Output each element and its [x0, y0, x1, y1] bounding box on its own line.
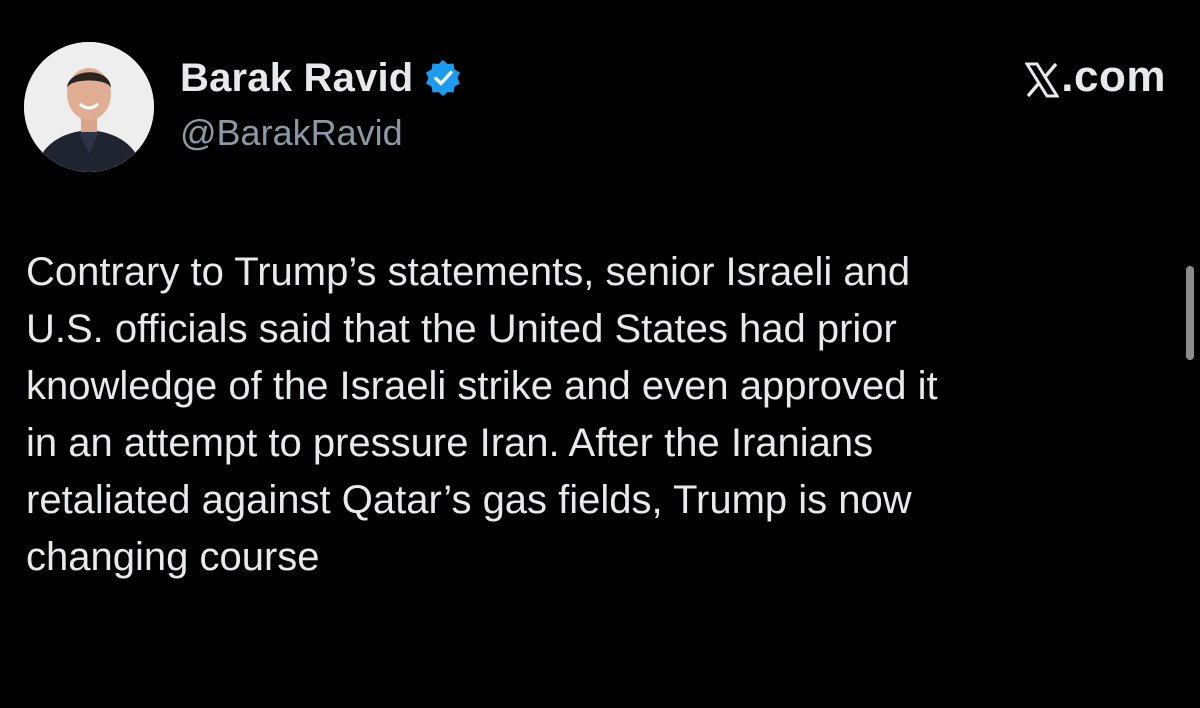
author-identity: Barak Ravid @BarakRavid [180, 52, 463, 154]
author-handle[interactable]: @BarakRavid [180, 112, 463, 154]
tweet-text: Contrary to Trump’s statements, senior I… [26, 250, 938, 579]
x-logo-icon [1024, 59, 1061, 98]
avatar[interactable] [24, 42, 154, 172]
tweet-card: Barak Ravid @BarakRavid .com Contrary to… [0, 0, 1200, 708]
person-avatar-icon [24, 42, 154, 172]
author-name[interactable]: Barak Ravid [180, 56, 413, 101]
scrollbar[interactable] [1186, 266, 1194, 360]
name-row: Barak Ravid [180, 52, 463, 104]
source-domain: .com [1061, 52, 1166, 101]
source-label[interactable]: .com [1024, 52, 1166, 102]
tweet-header: Barak Ravid @BarakRavid .com [24, 42, 1174, 172]
verified-badge-icon [423, 58, 463, 98]
